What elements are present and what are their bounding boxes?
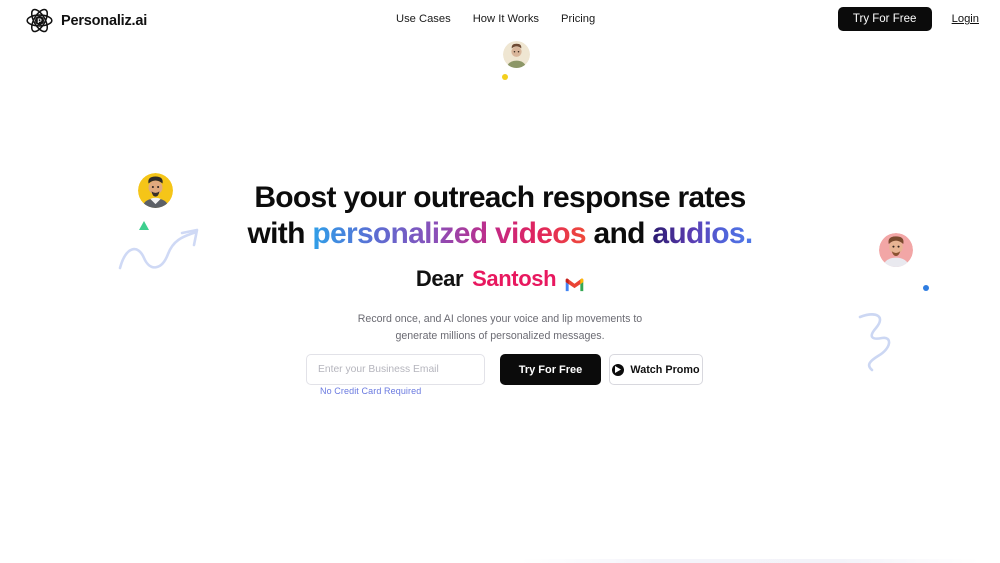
header-try-for-free-button[interactable]: Try For Free	[837, 7, 932, 31]
headline-prefix: with	[247, 217, 313, 250]
hero-signup-form: Try For Free Watch Promo	[306, 354, 703, 385]
headline-gradient-videos: personalized videos	[312, 217, 586, 250]
hero-try-for-free-button[interactable]: Try For Free	[500, 354, 601, 385]
landing-page: P Personaliz.ai Use Cases How It Works P…	[0, 0, 1000, 563]
site-header: P Personaliz.ai Use Cases How It Works P…	[0, 0, 1000, 39]
headline-line-2: with personalized videos and audios.	[0, 216, 1000, 252]
hero-section: Boost your outreach response rates with …	[0, 0, 1000, 563]
subtitle-line-1: Record once, and AI clones your voice an…	[357, 313, 643, 325]
watch-promo-label: Watch Promo	[630, 363, 700, 376]
svg-text:P: P	[37, 18, 42, 25]
header-actions: Try For Free Login	[837, 7, 979, 31]
headline-gradient-audios: audios.	[652, 217, 753, 250]
business-email-input[interactable]	[306, 354, 485, 385]
headline-line-1: Boost your outreach response rates	[254, 181, 746, 214]
brand-logo[interactable]: P Personaliz.ai	[25, 6, 147, 35]
headline-mid: and	[585, 217, 653, 250]
login-link[interactable]: Login	[952, 13, 979, 25]
watch-promo-button[interactable]: Watch Promo	[609, 354, 703, 385]
greeting-name: Santosh	[472, 266, 557, 291]
subtitle-line-2: generate millions of personalized messag…	[395, 329, 605, 342]
atom-p-icon: P	[25, 6, 54, 35]
hero-subtitle: Record once, and AI clones your voice an…	[0, 311, 1000, 344]
nav-item-use-cases[interactable]: Use Cases	[396, 13, 451, 25]
no-credit-card-note: No Credit Card Required	[320, 386, 422, 396]
hero-greeting: Dear Santosh	[0, 266, 1000, 292]
yellow-dot	[502, 74, 508, 80]
nav-item-pricing[interactable]: Pricing	[561, 13, 595, 25]
bottom-gradient-strip	[520, 559, 980, 563]
greeting-prefix: Dear	[415, 266, 464, 291]
nav-item-how-it-works[interactable]: How It Works	[473, 13, 539, 25]
gmail-icon	[565, 272, 584, 291]
brand-name: Personaliz.ai	[61, 12, 148, 29]
avatar-top-center	[503, 41, 530, 68]
hero-headline: Boost your outreach response rates with …	[0, 180, 1000, 252]
play-icon	[612, 363, 625, 376]
primary-nav: Use Cases How It Works Pricing	[396, 13, 595, 25]
